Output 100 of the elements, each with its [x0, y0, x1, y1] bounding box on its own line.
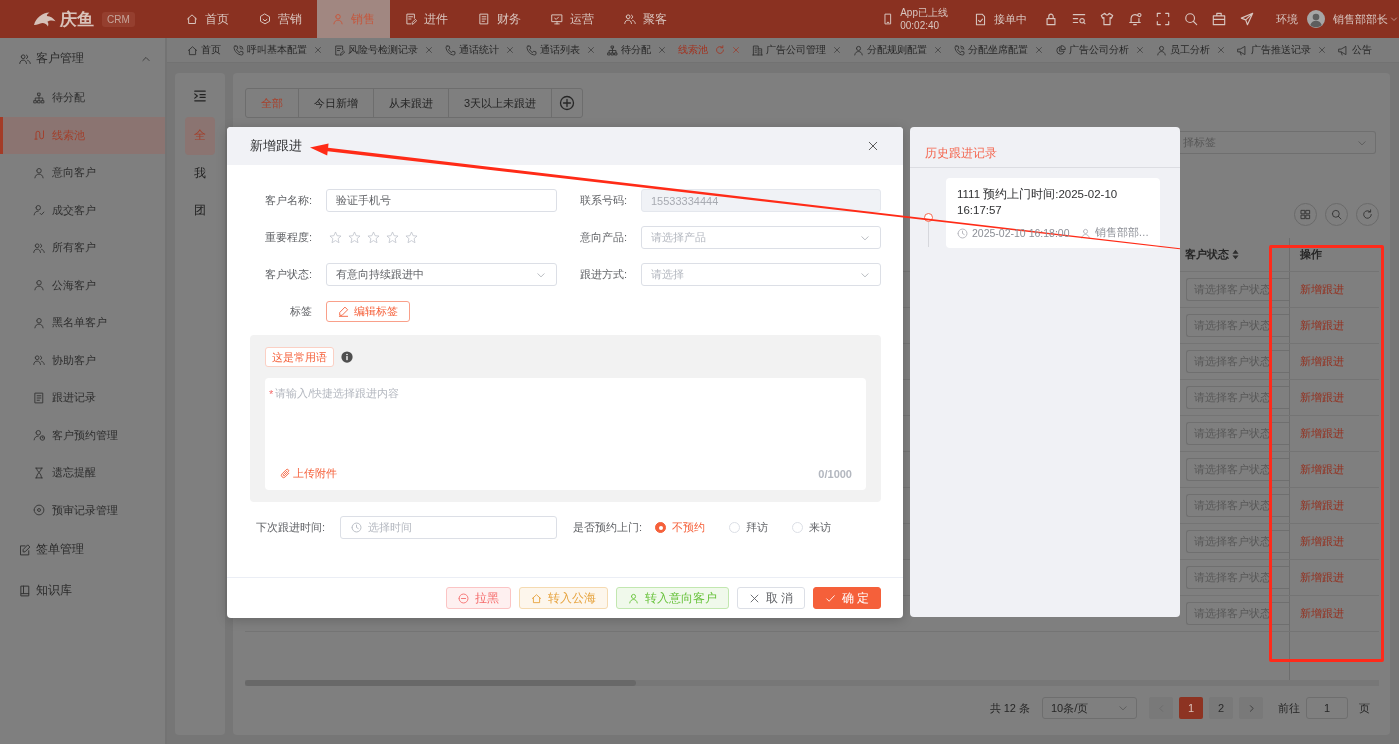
sidebar-item[interactable]: 待分配 — [0, 79, 165, 117]
follow-up-link[interactable]: 新增跟进 — [1290, 606, 1344, 621]
page-tab[interactable]: 公告 — [1338, 43, 1372, 57]
nav-tab[interactable]: 财务 — [463, 0, 536, 38]
nav-tab[interactable]: 进件 — [390, 0, 463, 38]
page-button[interactable]: 1 — [1179, 697, 1203, 719]
sidebar-group[interactable]: 客户管理 — [0, 38, 165, 79]
radio-option[interactable]: 不预约 — [655, 520, 705, 535]
lock-icon[interactable] — [1044, 12, 1058, 26]
radio-icon[interactable] — [655, 522, 666, 533]
sidebar-item[interactable]: 跟进记录 — [0, 379, 165, 417]
close-icon[interactable] — [867, 140, 879, 152]
page-tab[interactable]: 通话列表 — [526, 43, 595, 57]
next-page-button[interactable] — [1239, 697, 1263, 719]
star-icon[interactable] — [329, 231, 342, 244]
star-icon[interactable] — [386, 231, 399, 244]
follow-up-link[interactable]: 新增跟进 — [1290, 498, 1344, 513]
field-label: 下次跟进时间: — [254, 520, 326, 535]
follow-up-link[interactable]: 新增跟进 — [1290, 282, 1344, 297]
edit-tags-button[interactable]: 编辑标签 — [326, 301, 410, 322]
column-header[interactable]: 客户状态 — [1185, 247, 1239, 262]
page-tab[interactable]: 员工分析 — [1156, 43, 1225, 57]
select-field[interactable]: 请选择产品 — [641, 226, 881, 249]
page-tab[interactable]: 通话统计 — [445, 43, 514, 57]
star-icon[interactable] — [405, 231, 418, 244]
sidebar-item[interactable]: 客户预约管理 — [0, 416, 165, 454]
sidebar-item[interactable]: 签单管理 — [0, 529, 165, 570]
user-icon — [33, 279, 45, 292]
follow-up-link[interactable]: 新增跟进 — [1290, 534, 1344, 549]
order-status[interactable]: 接单中 — [994, 11, 1027, 27]
common-phrase-tag[interactable]: 这是常用语 — [265, 347, 334, 367]
select-field[interactable]: 有意向持续跟进中 — [326, 263, 557, 286]
follow-up-link[interactable]: 新增跟进 — [1290, 570, 1344, 585]
star-icon[interactable] — [348, 231, 361, 244]
select-field[interactable]: 请选择 — [641, 263, 881, 286]
avatar-icon[interactable] — [1307, 10, 1325, 28]
nav-tab[interactable]: 运营 — [536, 0, 609, 38]
sidebar-item[interactable]: 预审记录管理 — [0, 491, 165, 529]
page-input[interactable]: 1 — [1306, 697, 1348, 719]
environment-label[interactable]: 环境 — [1276, 11, 1298, 27]
sidebar-item[interactable]: 遗忘提醒 — [0, 454, 165, 492]
clock-icon — [957, 227, 968, 239]
indent-icon[interactable] — [193, 89, 207, 103]
scope-tab[interactable]: 团 — [185, 192, 215, 230]
page-tab[interactable]: 广告推送记录 — [1237, 43, 1326, 57]
sidebar-item[interactable]: 公海客户 — [0, 266, 165, 304]
confirm-button[interactable]: 确 定 — [812, 587, 881, 609]
cancel-button[interactable]: 取 消 — [736, 587, 805, 609]
refresh-icon[interactable] — [715, 45, 725, 55]
date-time-field[interactable]: 选择时间 — [340, 516, 557, 539]
search-icon[interactable] — [1184, 12, 1198, 26]
document-check-icon[interactable] — [974, 12, 987, 26]
sidebar-item[interactable]: 所有客户 — [0, 229, 165, 267]
paper-plane-icon[interactable] — [1240, 12, 1254, 26]
page-tab[interactable]: 分配规则配置 — [853, 43, 942, 57]
filter-tab[interactable]: 今日新增 — [298, 88, 374, 118]
sidebar-item[interactable]: 知识库 — [0, 570, 165, 611]
follow-up-link[interactable]: 新增跟进 — [1290, 426, 1344, 441]
home-icon — [530, 592, 542, 604]
upload-link[interactable]: 上传附件 — [280, 466, 337, 481]
blacklist-button[interactable]: 拉黑 — [445, 587, 511, 609]
nav-tab[interactable]: 聚客 — [609, 0, 682, 38]
info-icon[interactable] — [341, 351, 353, 363]
page-tab[interactable]: 风险号检测记录 — [334, 43, 433, 57]
star-icon[interactable] — [367, 231, 380, 244]
sidebar-item[interactable]: 意向客户 — [0, 154, 165, 192]
chevron-down-icon[interactable] — [1390, 15, 1398, 23]
add-filter-button[interactable] — [551, 88, 584, 118]
page-size-select[interactable]: 10条/页 — [1042, 697, 1137, 719]
nav-tab[interactable]: 首页 — [171, 0, 244, 38]
page-button[interactable]: 2 — [1209, 697, 1233, 719]
input-field[interactable]: 验证手机号 — [326, 189, 557, 212]
filter-tab[interactable]: 从未跟进 — [373, 88, 449, 118]
list-search-icon[interactable] — [1072, 12, 1086, 26]
fullscreen-icon[interactable] — [1156, 12, 1170, 26]
page-tab[interactable]: 呼叫基本配置 — [233, 43, 322, 57]
radio-option[interactable]: 拜访 — [729, 520, 768, 535]
follow-up-link[interactable]: 新增跟进 — [1290, 354, 1344, 369]
filter-tab[interactable]: 3天以上未跟进 — [448, 88, 553, 118]
move-to-intent-button[interactable]: 转入意向客户 — [615, 587, 729, 609]
bell-icon[interactable] — [1128, 12, 1142, 26]
user-name[interactable]: 销售部部长 — [1333, 11, 1388, 27]
textarea-field[interactable]: * 请输入/快捷选择跟进内容 上传附件 0/1000 — [265, 378, 866, 490]
page-tab[interactable]: 首页 — [187, 43, 221, 57]
nav-tab[interactable]: 营销 — [244, 0, 317, 38]
shirt-icon[interactable] — [1100, 12, 1114, 26]
page-tab[interactable]: 分配坐席配置 — [954, 43, 1043, 57]
move-to-public-button[interactable]: 转入公海 — [518, 587, 608, 609]
scope-tab[interactable]: 我 — [185, 154, 215, 192]
page-tab[interactable]: 待分配 — [607, 43, 666, 57]
follow-up-link[interactable]: 新增跟进 — [1290, 462, 1344, 477]
radio-option[interactable]: 来访 — [792, 520, 831, 535]
sidebar-item[interactable]: 成交客户 — [0, 191, 165, 229]
briefcase-icon[interactable] — [1212, 12, 1226, 26]
follow-up-link[interactable]: 新增跟进 — [1290, 318, 1344, 333]
sidebar-item[interactable]: 协助客户 — [0, 341, 165, 379]
sidebar-item[interactable]: 黑名单客户 — [0, 304, 165, 342]
page-tab[interactable]: 广告公司管理 — [752, 43, 841, 57]
follow-up-link[interactable]: 新增跟进 — [1290, 390, 1344, 405]
page-tab[interactable]: 广告公司分析 — [1055, 43, 1144, 57]
